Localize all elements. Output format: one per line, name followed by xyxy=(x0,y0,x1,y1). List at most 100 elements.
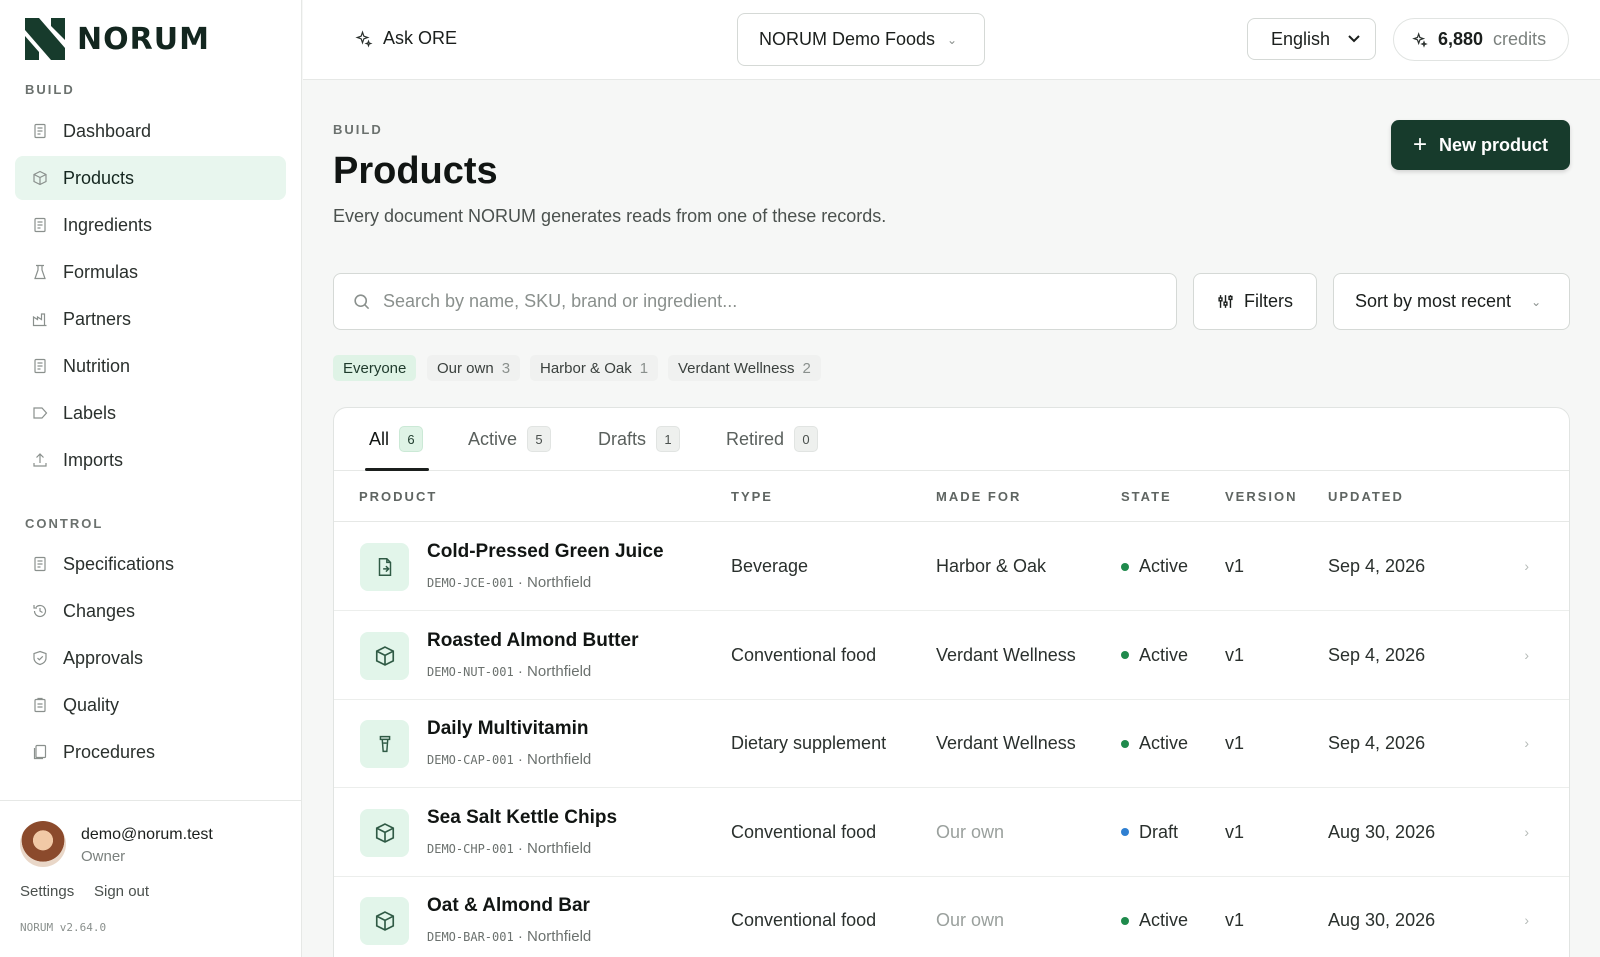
table-row[interactable]: Sea Salt Kettle Chips DEMO-CHP-001 · Nort… xyxy=(334,788,1569,877)
chip-count: 1 xyxy=(639,359,649,377)
sidebar-item-partners[interactable]: Partners xyxy=(15,297,286,341)
product-made-for: Harbor & Oak xyxy=(936,556,1047,576)
tab-active[interactable]: Active 5 xyxy=(468,424,552,454)
search-box[interactable] xyxy=(333,273,1177,330)
new-product-button[interactable]: + New product xyxy=(1391,120,1570,170)
product-name[interactable]: Daily Multivitamin xyxy=(427,718,589,740)
column-header-version[interactable]: VERSION xyxy=(1225,489,1298,504)
status-label: Active xyxy=(1139,556,1189,576)
logo[interactable]: NORUM xyxy=(25,18,210,60)
product-version: v1 xyxy=(1225,910,1245,930)
column-header-product[interactable]: PRODUCT xyxy=(359,489,437,504)
chip-label: Everyone xyxy=(343,359,407,377)
sidebar-item-formulas[interactable]: Formulas xyxy=(15,250,286,294)
filters-label: Filters xyxy=(1244,291,1293,311)
ask-ore-label: Ask ORE xyxy=(383,28,458,48)
sign-out-link[interactable]: Sign out xyxy=(94,883,149,900)
ask-ore-button[interactable]: Ask ORE xyxy=(355,28,457,49)
app-version: NORUM v2.64.0 xyxy=(20,921,107,934)
brand-name: NORUM xyxy=(77,21,210,57)
sidebar-item-label: Products xyxy=(63,167,135,188)
settings-link[interactable]: Settings xyxy=(20,883,74,900)
product-version: v1 xyxy=(1225,644,1245,665)
product-name[interactable]: Cold-Pressed Green Juice xyxy=(427,541,664,563)
product-name[interactable]: Sea Salt Kettle Chips xyxy=(427,807,617,829)
chip-label: Verdant Wellness xyxy=(678,359,795,377)
sidebar-item-label: Approvals xyxy=(63,647,144,668)
product-meta: DEMO-CHP-001 · Northfield xyxy=(427,839,592,857)
partner-chip-everyone[interactable]: Everyone xyxy=(333,355,417,381)
partner-chip-our-own[interactable]: Our own 3 xyxy=(427,355,521,381)
product-sku: DEMO-CAP-001 xyxy=(427,753,514,767)
sidebar-item-label: Dashboard xyxy=(63,120,152,141)
document-icon xyxy=(31,555,49,573)
sidebar-item-quality[interactable]: Quality xyxy=(15,683,286,727)
sidebar-item-dashboard[interactable]: Dashboard xyxy=(15,109,286,153)
table-row[interactable]: Oat & Almond Bar DEMO-BAR-001 · Northfiel… xyxy=(334,876,1569,957)
tab-retired[interactable]: Retired 0 xyxy=(726,424,819,454)
table-row[interactable]: Daily Multivitamin DEMO-CAP-001 · Northfi… xyxy=(334,699,1569,788)
product-updated: Sep 4, 2026 xyxy=(1328,644,1426,665)
sidebar-item-label: Partners xyxy=(63,308,132,329)
sparkle-icon xyxy=(355,29,373,48)
tab-label: Retired xyxy=(726,428,785,449)
avatar[interactable] xyxy=(20,821,66,867)
column-header-state[interactable]: STATE xyxy=(1121,489,1172,504)
partner-chip-verdant-wellness[interactable]: Verdant Wellness 2 xyxy=(668,355,821,381)
sidebar-item-label: Quality xyxy=(63,694,120,715)
product-meta: DEMO-BAR-001 · Northfield xyxy=(427,928,592,945)
product-type: Dietary supplement xyxy=(731,733,887,753)
column-header-made-for[interactable]: MADE FOR xyxy=(936,489,1021,504)
tab-label: Active xyxy=(468,428,518,449)
search-input[interactable] xyxy=(383,291,1143,312)
filters-button[interactable]: Filters xyxy=(1193,273,1317,330)
sidebar-item-label: Changes xyxy=(63,600,136,621)
sort-value: Sort by most recent xyxy=(1355,291,1512,311)
tab-drafts[interactable]: Drafts 1 xyxy=(598,424,681,454)
sidebar-item-labels[interactable]: Labels xyxy=(15,391,286,435)
sidebar-item-ingredients[interactable]: Ingredients xyxy=(15,203,286,247)
tab-count-badge: 5 xyxy=(527,426,552,452)
sidebar-item-label: Specifications xyxy=(63,553,175,574)
products-table: All 6 Active 5 Drafts 1 Retired 0 PRODUCT TYPE MA… xyxy=(333,407,1570,957)
language-select[interactable]: English xyxy=(1247,18,1376,60)
product-site: Northfield xyxy=(527,751,592,768)
status-label: Draft xyxy=(1139,821,1179,842)
status-label: Active xyxy=(1139,733,1189,753)
language-value: English xyxy=(1271,28,1331,49)
sidebar-item-nutrition[interactable]: Nutrition xyxy=(15,344,286,388)
user-role: Owner xyxy=(81,848,126,865)
document-icon xyxy=(31,122,49,140)
sidebar-item-procedures[interactable]: Procedures xyxy=(15,730,286,774)
document-icon xyxy=(31,216,49,234)
history-icon xyxy=(31,602,49,620)
sidebar-item-approvals[interactable]: Approvals xyxy=(15,636,286,680)
product-name[interactable]: Roasted Almond Butter xyxy=(427,630,638,652)
tab-count-badge: 0 xyxy=(794,426,819,452)
table-row[interactable]: Roasted Almond Butter DEMO-NUT-001 · Nort… xyxy=(334,611,1569,700)
product-sku: DEMO-CHP-001 xyxy=(427,841,514,856)
product-name[interactable]: Oat & Almond Bar xyxy=(427,895,590,917)
credits-badge[interactable]: 6,880 credits xyxy=(1393,18,1569,61)
sidebar-item-label: Formulas xyxy=(63,261,139,282)
table-row[interactable]: Cold-Pressed Green Juice DEMO-JCE-001 · N… xyxy=(334,522,1569,611)
product-made-for: Verdant Wellness xyxy=(936,644,1076,665)
top-bar: Ask ORE NORUM Demo Foods ⌄ English 6,880… xyxy=(303,0,1600,80)
filter-icon xyxy=(1218,295,1233,308)
sidebar-item-label: Nutrition xyxy=(63,355,131,376)
search-icon xyxy=(354,294,370,310)
status-dot-icon xyxy=(1121,739,1129,748)
column-header-updated[interactable]: UPDATED xyxy=(1328,489,1404,504)
sort-select[interactable]: Sort by most recent ⌄ xyxy=(1333,273,1570,330)
tab-all[interactable]: All 6 xyxy=(369,424,424,454)
column-header-type[interactable]: TYPE xyxy=(731,489,773,504)
sidebar-item-imports[interactable]: Imports xyxy=(15,438,286,482)
chevron-right-icon: › xyxy=(1524,735,1529,751)
sidebar-item-changes[interactable]: Changes xyxy=(15,589,286,633)
sidebar-item-specifications[interactable]: Specifications xyxy=(15,542,286,586)
product-type: Beverage xyxy=(731,556,809,576)
sidebar-item-products[interactable]: Products xyxy=(15,156,286,200)
shield-check-icon xyxy=(31,649,49,667)
organization-select[interactable]: NORUM Demo Foods ⌄ xyxy=(737,13,985,66)
partner-chip-harbor-and-oak[interactable]: Harbor & Oak 1 xyxy=(530,355,659,381)
